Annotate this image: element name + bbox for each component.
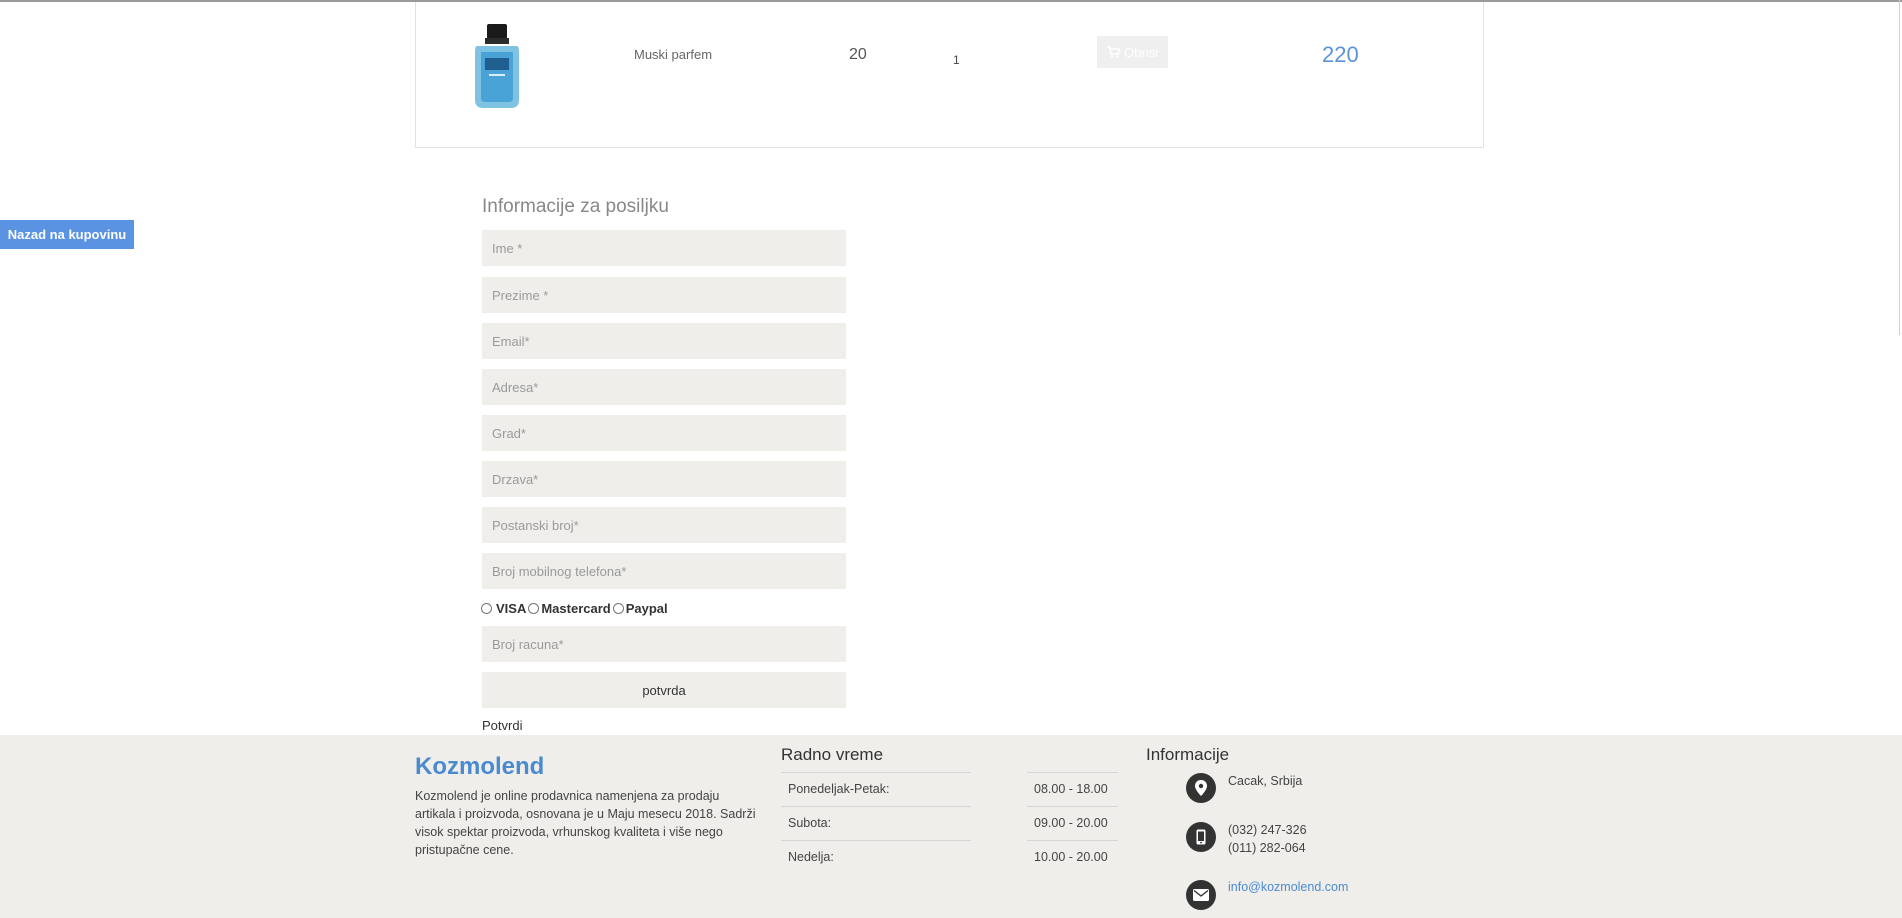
payment-option-mastercard[interactable]: Mastercard xyxy=(528,601,611,616)
payment-option-visa[interactable]: VISA xyxy=(481,601,526,616)
hours-time: 10.00 - 20.00 xyxy=(1034,850,1108,864)
remove-button[interactable]: Obrisi xyxy=(1097,36,1168,68)
payment-option-paypal[interactable]: Paypal xyxy=(612,601,668,616)
back-to-shopping-button[interactable]: Nazad na kupovinu xyxy=(0,220,134,249)
email-field[interactable] xyxy=(482,323,846,359)
phone-text-1: (032) 247-326 xyxy=(1228,823,1307,837)
visa-radio[interactable] xyxy=(481,603,492,614)
postal-code-field[interactable] xyxy=(482,507,846,543)
product-name: Muski parfem xyxy=(634,47,713,62)
hours-time: 08.00 - 18.00 xyxy=(1034,782,1108,796)
hours-row: Nedelja: 10.00 - 20.00 xyxy=(781,840,1118,874)
info-title: Informacije xyxy=(1146,745,1230,764)
footer-about: Kozmolend je online prodavnica namenjena… xyxy=(415,789,756,857)
hours-title: Radno vreme xyxy=(781,745,884,764)
phone-icon xyxy=(1186,822,1216,852)
city-field[interactable] xyxy=(482,415,846,451)
hours-time: 09.00 - 20.00 xyxy=(1034,816,1108,830)
cart-item-row: Muski parfem 20 1 Obrisi 220 xyxy=(415,2,1484,148)
hours-row: Ponedeljak-Petak: 08.00 - 18.00 xyxy=(781,772,1118,806)
account-number-field[interactable] xyxy=(482,626,846,662)
payment-method-group: VISA Mastercard Paypal xyxy=(481,601,670,616)
shipping-form-title: Informacije za posiljku xyxy=(482,196,669,217)
location-icon xyxy=(1186,773,1216,803)
mastercard-label: Mastercard xyxy=(541,601,611,616)
confirm-button[interactable]: potvrda xyxy=(482,672,846,708)
hours-day: Ponedeljak-Petak: xyxy=(788,782,890,796)
paypal-label: Paypal xyxy=(625,601,668,616)
footer: Kozmolend Kozmolend je online prodavnica… xyxy=(0,735,1902,918)
email-link[interactable]: info@kozmolend.com xyxy=(1228,878,1348,896)
hours-day: Nedelja: xyxy=(788,850,834,864)
confirm-text: Potvrdi xyxy=(482,718,523,733)
mail-icon xyxy=(1186,880,1216,910)
mastercard-radio[interactable] xyxy=(528,603,540,614)
last-name-field[interactable] xyxy=(482,277,846,313)
address-field[interactable] xyxy=(482,369,846,405)
product-image xyxy=(475,24,519,108)
product-total: 220 xyxy=(1322,42,1359,67)
phone-text-2: (011) 282-064 xyxy=(1228,841,1306,855)
visa-label: VISA xyxy=(496,601,527,616)
remove-button-label: Obrisi xyxy=(1124,44,1158,60)
first-name-field[interactable] xyxy=(482,230,846,266)
paypal-radio[interactable] xyxy=(612,603,624,614)
cart-icon xyxy=(1107,46,1121,58)
product-price: 20 xyxy=(849,46,867,63)
hours-table: Ponedeljak-Petak: 08.00 - 18.00 Subota: … xyxy=(781,772,1118,874)
location-text: Cacak, Srbija xyxy=(1228,774,1303,788)
hours-day: Subota: xyxy=(788,816,832,830)
product-quantity: 1 xyxy=(953,53,960,67)
hours-row: Subota: 09.00 - 20.00 xyxy=(781,806,1118,840)
footer-brand: Kozmolend xyxy=(415,753,545,780)
scrollbar-edge xyxy=(1899,0,1900,335)
phone-field[interactable] xyxy=(482,553,846,589)
country-field[interactable] xyxy=(482,461,846,497)
